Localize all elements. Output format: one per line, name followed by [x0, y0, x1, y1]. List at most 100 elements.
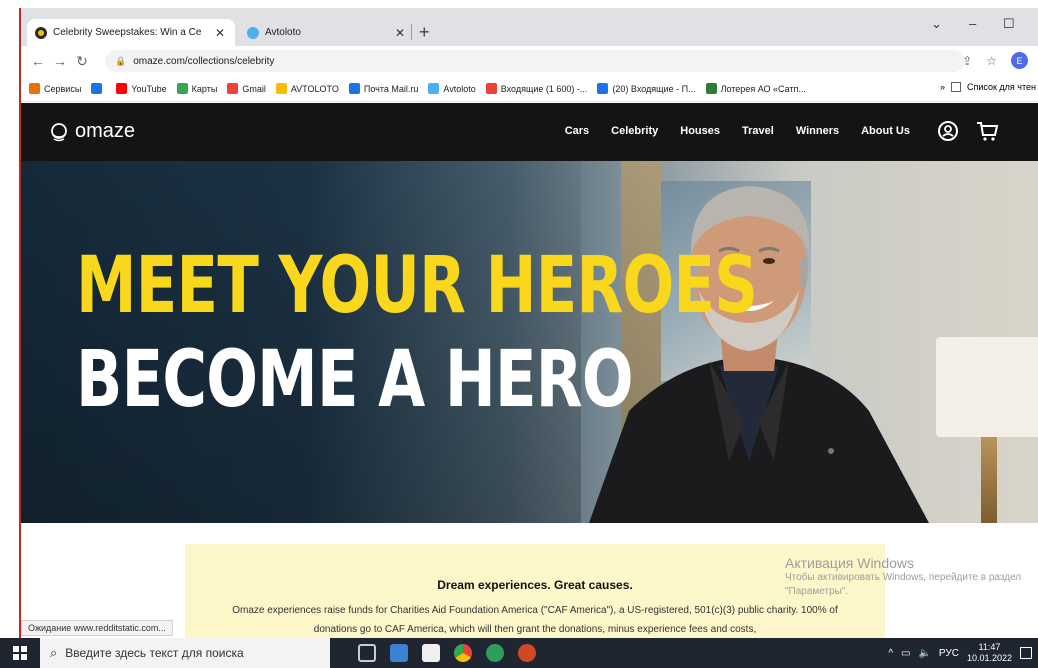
nav-about-us[interactable]: About Us: [861, 125, 910, 137]
volume-icon[interactable]: 🔈: [918, 648, 930, 659]
close-tab-icon[interactable]: ✕: [213, 26, 227, 40]
tab-label: Celebrity Sweepstakes: Win a Ce: [53, 27, 202, 38]
omaze-logo-icon: [51, 122, 67, 141]
bookmark-label: AVTOLOTO: [290, 83, 339, 94]
logo-text: omaze: [75, 120, 136, 142]
green-app-icon[interactable]: [486, 644, 504, 662]
watermark-title: Активация Windows: [785, 555, 915, 571]
youtube-icon: [116, 83, 128, 94]
account-icon[interactable]: [937, 120, 959, 142]
taskbar-apps: [358, 644, 536, 662]
bookmark-item[interactable]: Входящие (1 600) -...: [485, 83, 588, 94]
url-text: omaze.com/collections/celebrity: [133, 55, 275, 67]
hero-headline-white: BECOME A HERO: [76, 335, 634, 425]
lottery-icon: [705, 83, 717, 94]
bookmark-label: Gmail: [242, 83, 266, 94]
hero-headline-yellow: MEET YOUR HEROES: [76, 241, 758, 331]
back-arrow-icon[interactable]: ←: [27, 53, 49, 69]
reading-list-icon: [950, 82, 961, 92]
cart-icon[interactable]: [975, 120, 999, 142]
star-bookmark-icon[interactable]: ☆: [986, 54, 997, 68]
profile-avatar[interactable]: E: [1011, 52, 1028, 69]
tab-celebrity-sweepstakes[interactable]: Celebrity Sweepstakes: Win a Ce ✕: [27, 19, 235, 46]
tab-label: Avtoloto: [265, 27, 301, 38]
bookmark-item[interactable]: [91, 83, 106, 94]
clock[interactable]: 11:47 10.01.2022: [967, 642, 1012, 664]
minimize-button[interactable]: –: [969, 16, 976, 31]
avtoloto-favicon-icon: [247, 26, 259, 39]
clock-time: 11:47: [978, 642, 1001, 652]
tray-expand-icon[interactable]: ^: [888, 648, 893, 659]
windows-taskbar: ⌕ Введите здесь текст для поиска ^ ▭ 🔈 Р…: [0, 638, 1038, 668]
nav-houses[interactable]: Houses: [680, 125, 720, 137]
close-tab-icon[interactable]: ✕: [393, 26, 407, 40]
powerpoint-app-icon[interactable]: [518, 644, 536, 662]
bookmark-item[interactable]: (20) Входящие - П...: [597, 83, 696, 94]
lamp-shade: [936, 337, 1038, 437]
tab-separator: [411, 24, 412, 40]
bookmark-item[interactable]: YouTube: [116, 83, 167, 94]
lamp-base: [981, 437, 997, 523]
clock-date: 10.01.2022: [966, 653, 1012, 663]
bookmark-label: Avtoloto: [443, 83, 476, 94]
reload-icon[interactable]: ↻: [71, 53, 93, 70]
bookmark-label: YouTube: [131, 83, 167, 94]
bookmark-label: Сервисы: [44, 83, 82, 94]
card-title: Dream experiences. Great causes.: [437, 578, 633, 592]
hero-banner: MEET YOUR HEROES BECOME A HERO: [21, 161, 1038, 523]
share-icon[interactable]: ⇪: [962, 54, 972, 68]
bookmark-label: Карты: [191, 83, 218, 94]
bookmark-item[interactable]: Gmail: [227, 83, 266, 94]
apps-grid-icon: [29, 83, 40, 94]
bookmark-item[interactable]: Сервисы: [29, 83, 81, 94]
bookmarks-bar: Сервисы YouTube Карты Gmail AVTOLOTO Почта Ma…: [21, 76, 1038, 102]
forward-arrow-icon[interactable]: →: [49, 53, 71, 69]
maps-icon: [176, 83, 188, 94]
bookmark-label: (20) Входящие - П...: [612, 83, 696, 94]
twentyfour-icon: [275, 83, 287, 94]
tab-avtoloto[interactable]: Avtoloto ✕: [239, 19, 415, 46]
bookmark-item[interactable]: Avtoloto: [428, 83, 476, 94]
taskbar-search-placeholder: Введите здесь текст для поиска: [65, 646, 244, 660]
address-bar[interactable]: 🔒 omaze.com/collections/celebrity: [105, 50, 965, 72]
language-indicator[interactable]: РУС: [939, 648, 959, 659]
browser-toolbar: ← → ↻ 🔒 omaze.com/collections/celebrity …: [21, 46, 1038, 76]
avtoloto-icon: [428, 83, 440, 94]
bookmark-item[interactable]: Почта Mail.ru: [348, 83, 419, 94]
windows-activation-watermark: Активация Windows Чтобы активировать Win…: [785, 555, 1025, 599]
store-app-icon[interactable]: [422, 644, 440, 662]
tab-search-icon[interactable]: ⌄: [931, 16, 942, 32]
nav-cars[interactable]: Cars: [565, 125, 589, 137]
bookmark-item[interactable]: Лотерея АО «Сатп...: [705, 83, 806, 94]
search-icon: ⌕: [50, 645, 58, 660]
bookmark-label: Лотерея АО «Сатп...: [720, 83, 806, 94]
nav-celebrity[interactable]: Celebrity: [611, 125, 658, 137]
bookmark-label: Почта Mail.ru: [363, 83, 419, 94]
maximize-button[interactable]: ☐: [1003, 16, 1015, 32]
mail-ru-icon: [597, 83, 609, 94]
card-text: Omaze experiences raise funds for Charit…: [232, 605, 838, 635]
nav-winners[interactable]: Winners: [796, 125, 839, 137]
network-icon[interactable]: ▭: [901, 648, 910, 659]
tab-strip: Celebrity Sweepstakes: Win a Ce ✕ Avtolo…: [21, 8, 1038, 46]
gmail-icon: [485, 83, 497, 94]
new-tab-button[interactable]: +: [419, 22, 430, 43]
taskbar-search[interactable]: ⌕ Введите здесь текст для поиска: [40, 638, 330, 668]
task-view-icon[interactable]: [358, 644, 376, 662]
notification-icon[interactable]: [1020, 647, 1032, 659]
opera-icon: [91, 83, 103, 94]
start-button[interactable]: [0, 638, 40, 668]
bookmark-label: Входящие (1 600) -...: [500, 83, 588, 94]
nav-travel[interactable]: Travel: [742, 125, 774, 137]
windows-logo-icon: [13, 646, 27, 660]
mail-app-icon[interactable]: [390, 644, 408, 662]
bookmark-item[interactable]: AVTOLOTO: [275, 83, 339, 94]
chrome-app-icon[interactable]: [454, 644, 472, 662]
status-bubble: Ожидание www.redditstatic.com...: [21, 620, 173, 636]
main-nav: Cars Celebrity Houses Travel Winners Abo…: [565, 125, 910, 137]
bookmarks-more-button[interactable]: »: [940, 82, 945, 92]
mail-ru-icon: [348, 83, 360, 94]
reading-list-button[interactable]: Список для чтен: [967, 82, 1036, 92]
bookmark-item[interactable]: Карты: [176, 83, 218, 94]
omaze-logo[interactable]: omaze: [49, 120, 135, 143]
